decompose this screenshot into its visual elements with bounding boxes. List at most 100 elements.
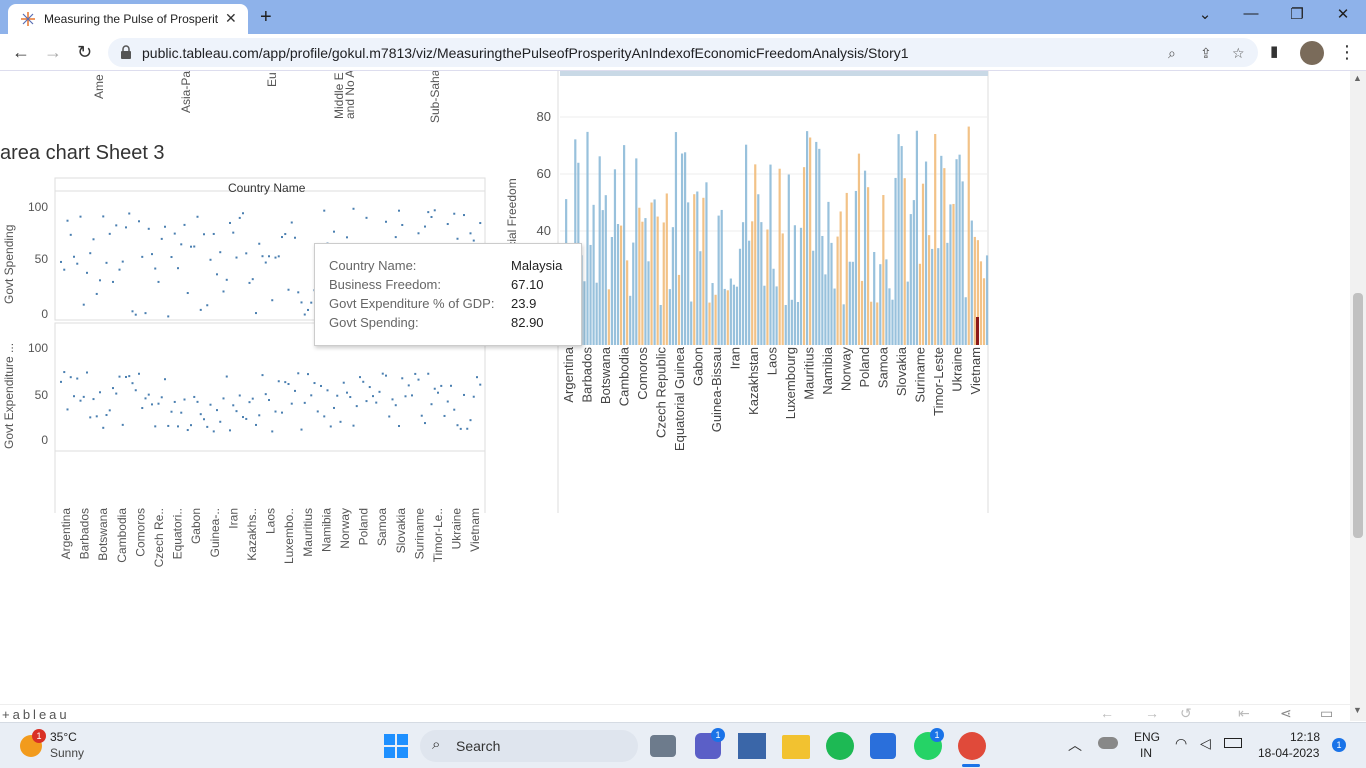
scatter-point <box>472 395 475 398</box>
undo-icon[interactable]: ← <box>1100 705 1114 721</box>
file-explorer-icon[interactable] <box>782 735 810 759</box>
notification-badge[interactable]: 1 <box>1332 738 1346 752</box>
scatter-point <box>398 209 400 212</box>
scatter-point <box>229 221 231 224</box>
tab-close-icon[interactable]: ✕ <box>225 10 237 27</box>
tab-search-icon[interactable]: ⌄ <box>1190 5 1220 23</box>
spotify-icon[interactable] <box>826 732 854 760</box>
bar-mark <box>589 244 592 345</box>
address-bar[interactable]: public.tableau.com/app/profile/gokul.m78… <box>108 38 1258 67</box>
new-tab-button[interactable]: + <box>260 6 272 29</box>
profile-avatar[interactable] <box>1300 41 1324 65</box>
scatter-point <box>268 399 270 402</box>
bar-mark <box>845 192 848 345</box>
taskbar-search-box[interactable]: ⌕ Search <box>420 730 638 762</box>
lock-icon <box>121 45 131 59</box>
bar-mark <box>632 242 635 345</box>
scatter-point <box>261 255 264 258</box>
bar-mark <box>641 221 644 345</box>
bar-mark <box>583 281 586 345</box>
scatter-point <box>138 372 140 375</box>
volume-icon[interactable]: ◁ <box>1200 735 1211 752</box>
chevron-up-icon[interactable]: ︿ <box>1068 735 1082 755</box>
share-icon[interactable]: ⇪ <box>1200 45 1212 62</box>
wifi-icon[interactable]: ◠ <box>1175 735 1187 752</box>
scroll-thumb[interactable] <box>1353 293 1363 538</box>
scatter-point <box>391 398 394 401</box>
lang-primary[interactable]: ENG <box>1134 730 1160 744</box>
back-arrow-icon[interactable]: ← <box>12 42 30 63</box>
browser-tab[interactable]: Measuring the Pulse of Prosperit ✕ <box>8 4 248 34</box>
fullscreen-icon[interactable]: ▭ <box>1320 705 1333 722</box>
onedrive-icon[interactable] <box>1098 737 1118 749</box>
bar-mark <box>909 214 912 345</box>
menu-kebab-icon[interactable]: ⋮ <box>1338 42 1356 63</box>
windows-taskbar: 1 35°C Sunny ⌕ Search 1 1 ︿ ENG IN ◠ ◁ 1… <box>0 722 1366 768</box>
scroll-down-icon[interactable]: ▼ <box>1353 705 1362 715</box>
bar-mark <box>848 261 851 345</box>
minimize-button[interactable]: — <box>1236 5 1266 22</box>
scatter-point <box>190 424 192 427</box>
bar-mark <box>937 248 940 345</box>
x-country-label: Kazakhs.. <box>245 508 259 561</box>
scatter-point <box>375 401 378 404</box>
star-icon[interactable]: ☆ <box>1232 45 1245 62</box>
windows-start-icon[interactable] <box>384 734 408 758</box>
scatter-point <box>251 397 254 400</box>
scatter-point <box>450 384 452 387</box>
bar-mark <box>717 215 720 345</box>
y-axis-label-govt-spending: Govt Spending <box>2 224 16 304</box>
bar-mark <box>946 242 949 345</box>
scatter-point <box>219 251 222 254</box>
clock-time[interactable]: 12:18 <box>1290 730 1320 744</box>
scatter-point <box>76 377 79 380</box>
scatter-point <box>186 429 189 432</box>
scroll-up-icon[interactable]: ▲ <box>1353 73 1362 83</box>
scatter-point <box>411 394 413 397</box>
tooltip-value: 67.10 <box>511 277 544 292</box>
x-country-label: Namibia <box>820 346 835 394</box>
sidepanel-icon[interactable]: ▮ <box>1270 42 1278 60</box>
scatter-point <box>297 291 300 294</box>
scatter-point <box>446 400 449 403</box>
scatter-point <box>206 304 209 307</box>
redo-icon[interactable]: → <box>1145 705 1159 721</box>
task-view-icon[interactable] <box>650 735 676 757</box>
battery-icon[interactable] <box>1224 738 1242 748</box>
scatter-point <box>300 428 303 431</box>
share-icon[interactable]: ⋖ <box>1280 705 1292 722</box>
bar-mark <box>659 304 662 345</box>
revert-icon[interactable]: ↺ <box>1180 705 1192 722</box>
y-tick-label: 0 <box>41 307 48 321</box>
scatter-point <box>157 402 160 405</box>
scatter-point <box>433 387 436 390</box>
close-window-button[interactable]: ✕ <box>1328 5 1358 23</box>
scatter-point <box>82 303 85 306</box>
scatter-point <box>440 384 443 387</box>
bar-mark <box>613 169 617 345</box>
bar-mark <box>973 236 976 345</box>
scatter-point <box>424 422 426 425</box>
scatter-point <box>173 232 176 235</box>
bar-mark <box>690 301 693 345</box>
scatter-point <box>469 232 472 235</box>
forward-arrow-icon[interactable]: → <box>44 42 62 63</box>
search-icon[interactable]: ⌕ <box>1168 45 1176 62</box>
scatter-point <box>125 226 127 229</box>
bar-mark <box>903 178 906 345</box>
reload-icon[interactable]: ↻ <box>77 42 92 63</box>
scatter-point <box>141 255 144 258</box>
chrome-icon[interactable] <box>958 732 986 760</box>
page-scrollbar[interactable]: ▲ ▼ <box>1350 71 1366 721</box>
maximize-button[interactable]: ❐ <box>1282 5 1312 23</box>
bar-mark <box>818 148 821 345</box>
typing-app-icon[interactable] <box>738 733 766 759</box>
bar-mark <box>650 202 653 345</box>
store-icon[interactable] <box>870 733 896 759</box>
scatter-point <box>209 258 212 261</box>
bar-mark <box>839 211 842 345</box>
scatter-point <box>63 268 66 271</box>
first-page-icon[interactable]: ⇤ <box>1238 705 1250 722</box>
scatter-point <box>235 410 238 413</box>
bar-mark <box>924 161 928 345</box>
